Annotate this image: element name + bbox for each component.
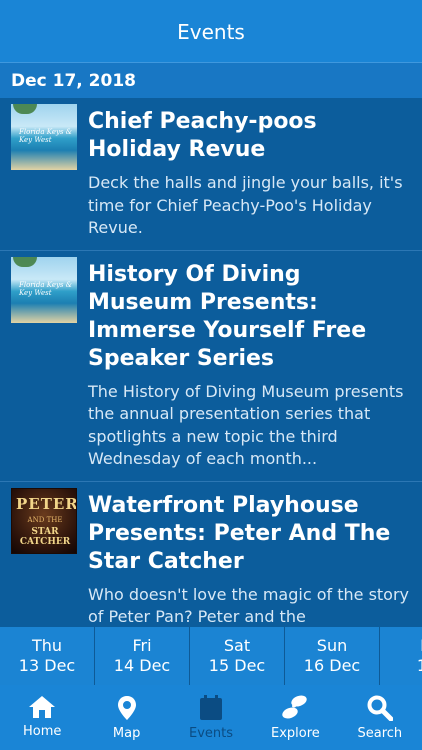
tab-label: Explore xyxy=(271,726,320,741)
date-heading: Dec 17, 2018 xyxy=(0,62,422,98)
day-date: 16 Dec xyxy=(303,656,361,675)
event-thumbnail: PETER AND THE STAR CATCHER xyxy=(11,487,77,554)
tab-label: Home xyxy=(23,724,62,739)
tab-label: Map xyxy=(112,726,141,741)
day-selector[interactable]: Thu 13 Dec Fri 14 Dec Sat 15 Dec Sun 16 … xyxy=(0,627,422,685)
event-thumbnail: Florida Keys & Key West xyxy=(11,256,77,323)
tab-explore[interactable]: Explore xyxy=(253,685,337,750)
event-item[interactable]: Florida Keys & Key West History Of Divin… xyxy=(0,251,422,482)
day-item-fri[interactable]: Fri 14 Dec xyxy=(95,627,190,685)
event-description: Who doesn't love the magic of the story … xyxy=(88,584,410,627)
tab-map[interactable]: Map xyxy=(84,685,168,750)
event-thumbnail: Florida Keys & Key West xyxy=(11,104,77,170)
day-name: Sat xyxy=(223,636,251,655)
home-icon xyxy=(29,696,56,718)
event-description: Deck the halls and jingle your balls, it… xyxy=(88,173,403,237)
day-date: 14 Dec xyxy=(113,656,171,675)
tab-bar: Home Map Events Explore Search xyxy=(0,685,422,750)
day-item-sun[interactable]: Sun 16 Dec xyxy=(285,627,380,685)
event-title: Waterfront Playhouse Presents: Peter And… xyxy=(88,492,391,574)
day-date: 13 Dec xyxy=(18,656,76,675)
day-item-sat[interactable]: Sat 15 Dec xyxy=(190,627,285,685)
day-date: 15 Dec xyxy=(208,656,266,675)
thumbnail-text-line-3: STAR CATCHER xyxy=(19,526,71,547)
tab-label: Events xyxy=(189,726,234,741)
date-label: Dec 17, 2018 xyxy=(11,70,136,91)
event-title: Chief Peachy-poos Holiday Revue xyxy=(88,109,317,162)
tab-events[interactable]: Events xyxy=(169,685,253,750)
event-list[interactable]: Florida Keys & Key West Chief Peachy-poo… xyxy=(0,98,422,627)
event-description: The History of Diving Museum presents th… xyxy=(88,381,404,469)
day-item-thu[interactable]: Thu 13 Dec xyxy=(0,627,95,685)
calendar-icon xyxy=(200,695,223,720)
event-item[interactable]: PETER AND THE STAR CATCHER Waterfront Pl… xyxy=(0,482,422,628)
header-bar: Events xyxy=(0,0,422,62)
day-name: Sun xyxy=(316,636,348,655)
thumbnail-logo-text: Florida Keys & Key West xyxy=(19,280,72,297)
map-pin-icon xyxy=(117,696,136,720)
day-date: 17 xyxy=(416,656,422,675)
search-icon xyxy=(367,695,393,721)
footprints-icon xyxy=(282,695,308,719)
event-title: History Of Diving Museum Presents: Immer… xyxy=(88,261,367,371)
tab-home[interactable]: Home xyxy=(0,685,84,750)
tab-search[interactable]: Search xyxy=(338,685,422,750)
thumbnail-text-line-2: AND THE xyxy=(27,515,63,524)
day-name: Fri xyxy=(132,636,152,655)
event-item[interactable]: Florida Keys & Key West Chief Peachy-poo… xyxy=(0,98,422,251)
day-item-mon[interactable]: M 17 xyxy=(380,627,422,685)
thumbnail-logo-text: Florida Keys & Key West xyxy=(19,128,72,144)
day-name: Thu xyxy=(31,636,63,655)
thumbnail-text-line-1: PETER xyxy=(16,494,77,513)
page-title: Events xyxy=(177,20,245,44)
tab-label: Search xyxy=(357,726,403,741)
